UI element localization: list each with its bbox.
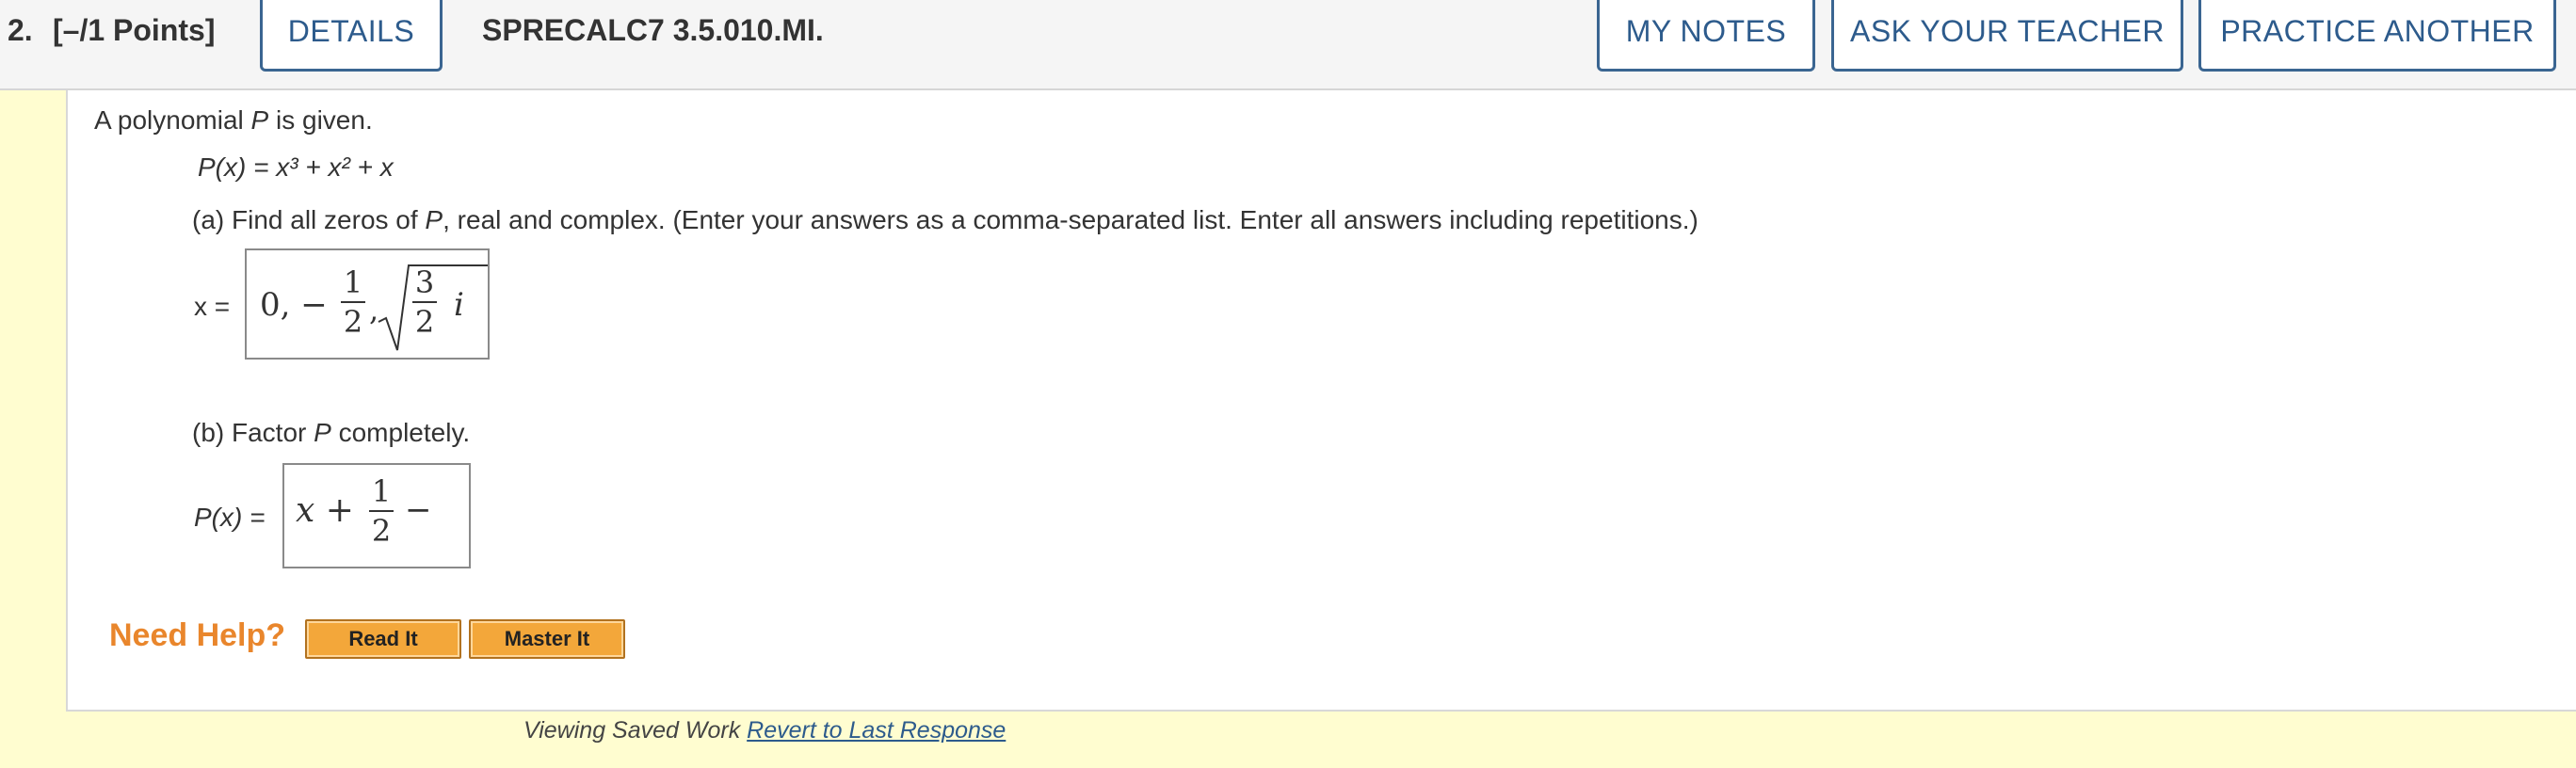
fraction-one-half: 1 2	[369, 476, 394, 546]
fraction-denominator: 2	[414, 304, 435, 340]
part-b-answer-field[interactable]: x + 1 2 −	[282, 463, 471, 568]
saved-work-bar	[66, 712, 2576, 768]
revert-link[interactable]: Revert to Last Response	[747, 717, 1006, 744]
fraction-numerator: 1	[371, 473, 392, 509]
answer-b-trail: −	[405, 491, 432, 529]
poly-lhs: P(x)	[198, 152, 247, 182]
question-header: 2. [–/1 Points] DETAILS SPRECALC7 3.5.01…	[0, 0, 2576, 90]
fraction-denominator: 2	[371, 513, 392, 549]
fraction-denominator: 2	[343, 304, 363, 340]
part-a-prompt: (a) Find all zeros of P, real and comple…	[192, 205, 1699, 234]
fraction-numerator: 3	[414, 264, 435, 300]
part-a-label: x =	[194, 292, 231, 321]
practice-another-button[interactable]: PRACTICE ANOTHER	[2198, 0, 2556, 72]
ask-your-teacher-button[interactable]: ASK YOUR TEACHER	[1831, 0, 2183, 72]
answer-a-lead: 0, −	[260, 286, 328, 324]
answer-b-lead: x +	[296, 491, 354, 530]
details-button[interactable]: DETAILS	[260, 0, 443, 72]
question-body	[66, 90, 2576, 712]
saved-work-notice: Viewing Saved Work Revert to Last Respon…	[523, 717, 1006, 744]
poly-rhs: = x³ + x² + x	[253, 152, 394, 182]
polynomial-definition: P(x) = x³ + x² + x	[198, 152, 394, 183]
need-help-label: Need Help?	[109, 617, 286, 653]
fraction-three-halves: 3 2	[412, 267, 437, 337]
master-it-button[interactable]: Master It	[469, 619, 625, 659]
part-b-prompt: (b) Factor P completely.	[192, 418, 471, 447]
assignment-code: SPRECALC7 3.5.010.MI.	[482, 13, 824, 47]
points-indicator: [–/1 Points]	[53, 13, 216, 47]
fraction-numerator: 1	[343, 264, 363, 300]
part-a-answer-field[interactable]: 0, − 1 2 , 3 2 i	[245, 248, 490, 360]
read-it-button[interactable]: Read It	[305, 619, 461, 659]
part-b-label: P(x) =	[194, 503, 266, 532]
left-margin-bar	[0, 90, 66, 768]
viewing-saved-text: Viewing Saved Work	[523, 717, 741, 744]
question-intro: A polynomial P is given.	[94, 105, 373, 135]
my-notes-button[interactable]: MY NOTES	[1597, 0, 1815, 72]
question-number: 2.	[8, 13, 33, 47]
fraction-one-half: 1 2	[341, 267, 365, 337]
imaginary-unit: i	[454, 286, 464, 324]
